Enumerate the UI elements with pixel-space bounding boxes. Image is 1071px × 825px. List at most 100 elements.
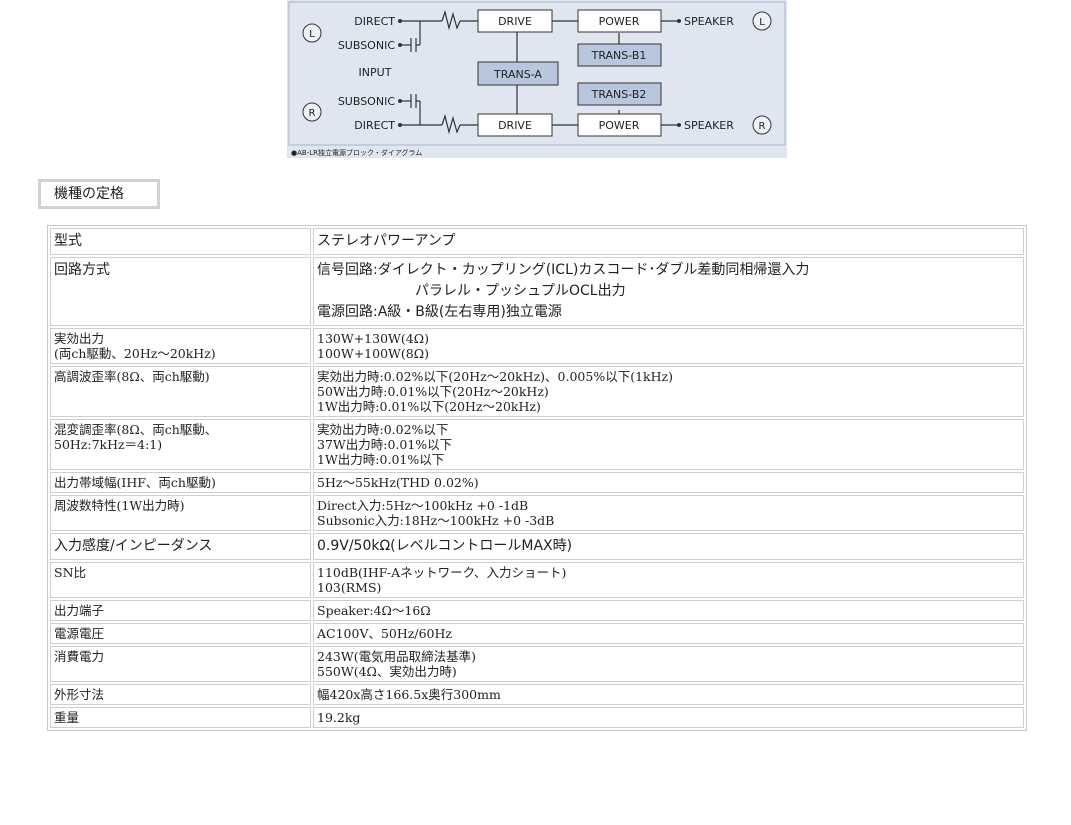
spec-value: 1W出力時:0.01%以下 [317,452,445,467]
spec-value: 50W出力時:0.01%以下(20Hz～20kHz) [317,384,549,399]
power-label-bottom: POWER [599,119,640,132]
spec-label: 入力感度/インピーダンス [54,538,213,554]
table-row: 重量 19.2kg [50,707,1024,728]
spec-value-cell: Direct入力:5Hz～100kHz +0 -1dB Subsonic入力:18… [313,495,1024,531]
spec-value-cell: 5Hz～55kHz(THD 0.02%) [313,472,1024,493]
spec-value: 5Hz～55kHz(THD 0.02%) [317,475,479,490]
spec-value: Subsonic入力:18Hz～100kHz +0 -3dB [317,513,555,528]
spec-label: 周波数特性(1W出力時) [54,498,185,513]
spec-value: 1W出力時:0.01%以下(20Hz～20kHz) [317,399,541,414]
input-label: INPUT [359,66,392,79]
spec-table: 型式 ステレオパワーアンプ回路方式 信号回路:ダイレクト・カップリング(ICL)カス… [47,225,1027,731]
speaker-left-channel: L [759,17,765,28]
block-diagram: L R L R DIRECT SUBSONIC INPUT SUBSONIC D… [287,0,787,158]
spec-value: 実効出力時:0.02%以下 [317,422,449,437]
direct-label-bottom: DIRECT [354,119,395,132]
spec-value: 37W出力時:0.01%以下 [317,437,453,452]
spec-value: 110dB(IHF-Aネットワーク、入力ショート) [317,565,567,580]
spec-value-cell: ステレオパワーアンプ [313,228,1024,255]
spec-value-cell: Speaker:4Ω～16Ω [313,600,1024,621]
table-row: 高調波歪率(8Ω、両ch駆動) 実効出力時:0.02%以下(20Hz～20kHz)… [50,366,1024,417]
table-row: 混変調歪率(8Ω、両ch駆動、 50Hz:7kHz＝4:1) 実効出力時:0.02%… [50,419,1024,470]
spec-value: 電源回路:A級・B級(左右専用)独立電源 [317,304,562,320]
spec-label: 出力端子 [54,603,105,618]
spec-label-cell: 回路方式 [50,257,311,326]
spec-label: 外形寸法 [54,687,105,702]
table-row: 出力帯域幅(IHF、両ch駆動) 5Hz～55kHz(THD 0.02%) [50,472,1024,493]
spec-label-cell: 外形寸法 [50,684,311,705]
spec-value-cell: 0.9V/50kΩ(レベルコントロールMAX時) [313,533,1024,560]
spec-label: 出力帯域幅(IHF、両ch駆動) [54,475,216,490]
spec-label-cell: 混変調歪率(8Ω、両ch駆動、 50Hz:7kHz＝4:1) [50,419,311,470]
table-row: 電源電圧 AC100V、50Hz/60Hz [50,623,1024,644]
spec-value-cell: 幅420x高さ166.5x奥行300mm [313,684,1024,705]
subsonic-label-top: SUBSONIC [338,39,396,52]
spec-value-cell: 19.2kg [313,707,1024,728]
spec-table-body: 型式 ステレオパワーアンプ回路方式 信号回路:ダイレクト・カップリング(ICL)カス… [50,228,1024,728]
spec-value-cell: AC100V、50Hz/60Hz [313,623,1024,644]
spec-label: 回路方式 [54,262,110,278]
spec-value: 信号回路:ダイレクト・カップリング(ICL)カスコード･ダブル差動同相帰還入力 [317,262,810,278]
spec-value: 幅420x高さ166.5x奥行300mm [317,687,501,702]
spec-label: 重量 [54,710,80,725]
table-row: 消費電力 243W(電気用品取締法基準) 550W(4Ω、実効出力時) [50,646,1024,682]
spec-value-cell: 130W+130W(4Ω) 100W+100W(8Ω) [313,328,1024,364]
trans-b1-label: TRANS-B1 [591,49,647,62]
spec-label: 高調波歪率(8Ω、両ch駆動) [54,369,210,384]
power-label-top: POWER [599,15,640,28]
spec-label: 型式 [54,233,82,249]
spec-value: パラレル・プッシュプルOCL出力 [415,283,626,299]
spec-value: Speaker:4Ω～16Ω [317,603,431,618]
spec-value: AC100V、50Hz/60Hz [317,626,452,641]
spec-value: 550W(4Ω、実効出力時) [317,664,457,679]
spec-value: 19.2kg [317,710,361,725]
spec-label-cell: 周波数特性(1W出力時) [50,495,311,531]
trans-b2-label: TRANS-B2 [591,88,647,101]
spec-label: 消費電力 [54,649,105,664]
spec-label: 50Hz:7kHz＝4:1) [54,437,163,452]
table-row: 実効出力 (両ch駆動、20Hz～20kHz) 130W+130W(4Ω) 100W+… [50,328,1024,364]
spec-value-cell: 信号回路:ダイレクト・カップリング(ICL)カスコード･ダブル差動同相帰還入力パ… [313,257,1024,326]
spec-label: SN比 [54,565,87,580]
trans-a-label: TRANS-A [493,68,542,81]
right-channel-label: R [309,108,316,119]
table-row: 型式 ステレオパワーアンプ [50,228,1024,255]
spec-label-cell: 出力帯域幅(IHF、両ch駆動) [50,472,311,493]
spec-value: Direct入力:5Hz～100kHz +0 -1dB [317,498,529,513]
table-row: 周波数特性(1W出力時) Direct入力:5Hz～100kHz +0 -1dB S… [50,495,1024,531]
direct-label-top: DIRECT [354,15,395,28]
spec-value: 0.9V/50kΩ(レベルコントロールMAX時) [317,538,573,554]
table-row: 入力感度/インピーダンス 0.9V/50kΩ(レベルコントロールMAX時) [50,533,1024,560]
spec-value: 243W(電気用品取締法基準) [317,649,476,664]
speaker-right-channel: R [759,121,766,132]
speaker-label-bottom: SPEAKER [684,119,734,132]
left-channel-label: L [309,29,315,40]
speaker-label-top: SPEAKER [684,15,734,28]
spec-label-cell: 型式 [50,228,311,255]
spec-label: 実効出力 [54,331,105,346]
spec-label-cell: 重量 [50,707,311,728]
subsonic-label-bottom: SUBSONIC [338,95,396,108]
spec-value-cell: 110dB(IHF-Aネットワーク、入力ショート) 103(RMS) [313,562,1024,598]
spec-label: (両ch駆動、20Hz～20kHz) [54,346,216,361]
spec-label-cell: 高調波歪率(8Ω、両ch駆動) [50,366,311,417]
table-row: 外形寸法 幅420x高さ166.5x奥行300mm [50,684,1024,705]
spec-label-cell: SN比 [50,562,311,598]
table-row: 回路方式 信号回路:ダイレクト・カップリング(ICL)カスコード･ダブル差動同相帰… [50,257,1024,326]
diagram-caption: ●AB-LR独立電源ブロック・ダイアグラム [291,148,422,157]
spec-label-cell: 電源電圧 [50,623,311,644]
spec-value: ステレオパワーアンプ [317,233,456,249]
table-row: SN比 110dB(IHF-Aネットワーク、入力ショート) 103(RMS) [50,562,1024,598]
spec-value: 103(RMS) [317,580,382,595]
spec-label-cell: 出力端子 [50,600,311,621]
table-row: 出力端子 Speaker:4Ω～16Ω [50,600,1024,621]
spec-value-cell: 実効出力時:0.02%以下 37W出力時:0.01%以下 1W出力時:0.01%以下 [313,419,1024,470]
spec-value: 実効出力時:0.02%以下(20Hz～20kHz)、0.005%以下(1kHz) [317,369,673,384]
spec-label-cell: 入力感度/インピーダンス [50,533,311,560]
spec-label-cell: 消費電力 [50,646,311,682]
drive-label-bottom: DRIVE [498,119,532,132]
spec-value: 130W+130W(4Ω) [317,331,429,346]
spec-label: 電源電圧 [54,626,105,641]
spec-value-cell: 243W(電気用品取締法基準) 550W(4Ω、実効出力時) [313,646,1024,682]
spec-value: 100W+100W(8Ω) [317,346,429,361]
